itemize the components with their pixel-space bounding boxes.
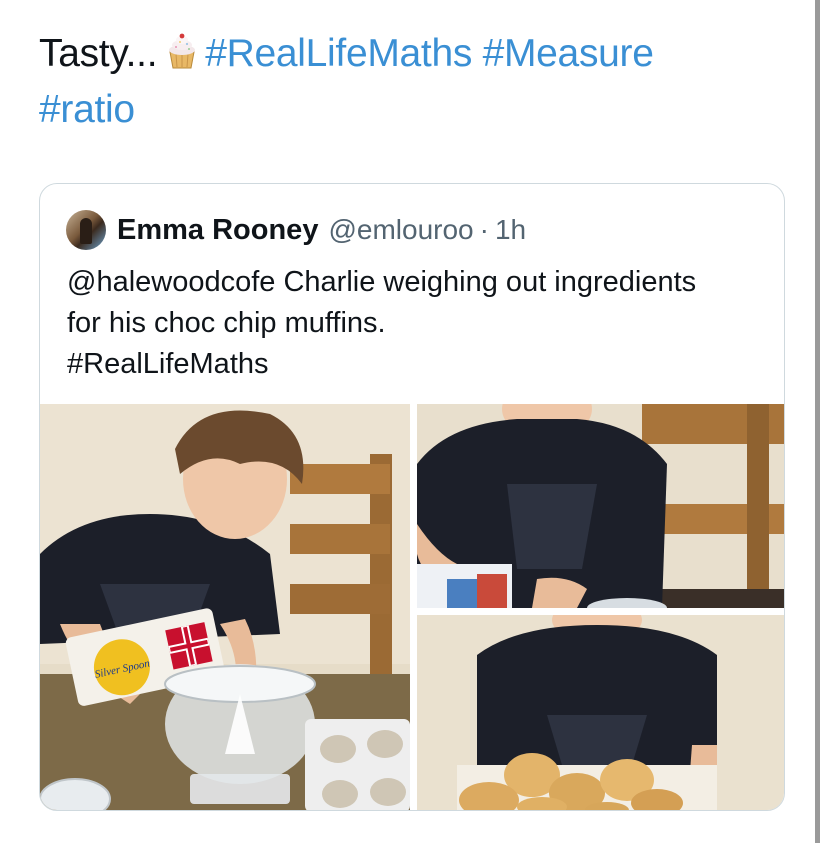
quote-body: @halewoodcofe Charlie weighing out ingre… — [67, 262, 767, 385]
tweet-text-prefix: Tasty... — [39, 32, 158, 75]
mention-link[interactable]: @halewoodcofe — [67, 266, 275, 298]
author-name[interactable]: Emma Rooney — [117, 214, 318, 247]
media-grid: Silver Spoon — [40, 404, 784, 810]
quote-header: Emma Rooney @emlouroo · 1h — [66, 210, 526, 250]
scrollbar[interactable] — [815, 0, 820, 843]
photo-boy-scooping[interactable] — [417, 404, 784, 608]
photo-boy-pouring-flour[interactable]: Silver Spoon — [40, 404, 410, 810]
hashtag-measure[interactable]: #Measure — [483, 32, 654, 75]
photo-boy-with-muffins[interactable] — [417, 615, 784, 810]
body-line-1: Charlie weighing out ingredients — [275, 266, 697, 298]
hashtag-reallifemaths[interactable]: #RealLifeMaths — [205, 32, 472, 75]
cupcake-icon — [163, 31, 201, 69]
quoted-tweet-card[interactable]: Emma Rooney @emlouroo · 1h @halewoodcofe… — [39, 183, 785, 811]
tweet-text: Tasty... #RealLifeMaths #Measure #ratio — [39, 26, 809, 138]
timestamp[interactable]: 1h — [495, 214, 526, 246]
hashtag-ratio[interactable]: #ratio — [39, 88, 135, 131]
body-line-2: for his choc chip muffins. — [67, 307, 386, 339]
author-handle[interactable]: @emlouroo — [328, 214, 473, 246]
separator-dot: · — [479, 214, 489, 245]
avatar[interactable] — [66, 210, 106, 250]
quote-hashtag[interactable]: #RealLifeMaths — [67, 344, 767, 385]
